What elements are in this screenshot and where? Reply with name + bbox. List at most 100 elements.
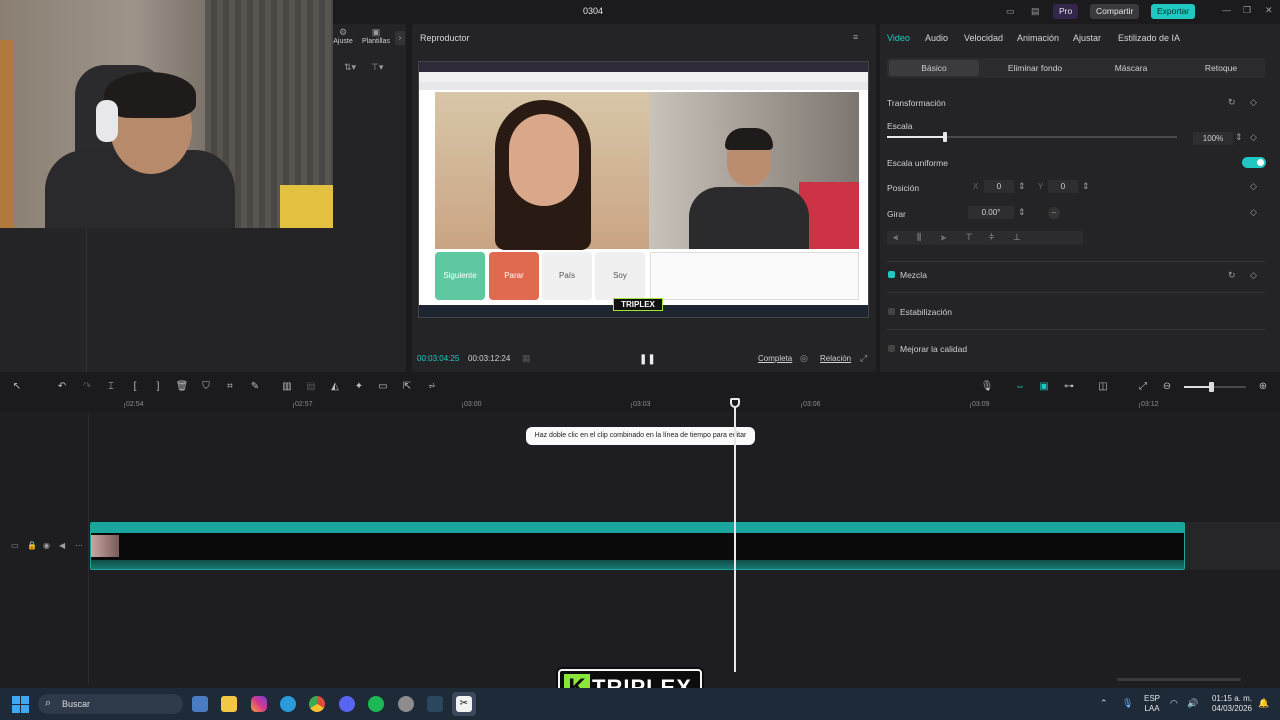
snap-icon[interactable]: ▣ (1037, 380, 1051, 394)
chain-icon[interactable]: ⊶ (1062, 380, 1076, 394)
split-icon[interactable]: ⌶ (104, 380, 118, 394)
playhead-handle[interactable] (730, 398, 740, 408)
align-center-icon[interactable]: ⫼ (917, 232, 921, 243)
link-icon[interactable]: ⇔ (1013, 380, 1027, 394)
zoom-in-icon[interactable]: ⊕ (1256, 380, 1270, 394)
chevron-up-icon[interactable]: ⌃ (1100, 698, 1108, 709)
align-top-icon[interactable]: ⊤ (965, 232, 973, 243)
scale-keyframe-icon[interactable]: ◇ (1250, 132, 1257, 143)
sub-tab-retouch[interactable]: Retoque (1179, 58, 1263, 78)
tab-speed[interactable]: Velocidad (964, 33, 1003, 43)
timeline-scrollbar[interactable] (1117, 678, 1241, 681)
marker-icon[interactable]: ⛉ (199, 380, 213, 394)
clock[interactable]: 01:15 a. m. 04/03/2026 (1206, 694, 1252, 714)
scale-slider-handle[interactable] (943, 132, 947, 142)
playhead[interactable] (730, 398, 740, 672)
panel-collapse-button[interactable]: › (395, 31, 405, 45)
trim-right-icon[interactable]: ] (151, 380, 165, 394)
magic-icon[interactable]: ✦ (352, 380, 366, 394)
tab-adjust[interactable]: ⚙ Ajuste (333, 27, 353, 45)
menu-icon[interactable]: ≡ (853, 32, 858, 42)
pos-x-stepper-icon[interactable]: ⇕ (1018, 181, 1026, 192)
audio-split-icon[interactable]: ⩫ (425, 380, 439, 394)
tab-audio[interactable]: Audio (925, 33, 948, 43)
zoom-out-icon[interactable]: ⊖ (1160, 380, 1174, 394)
enhance-checkbox[interactable] (888, 345, 895, 352)
time-ruler[interactable]: 02:54 02:57 03:00 03:03 03:06 03:09 03:1… (0, 398, 1280, 412)
align-right-icon[interactable]: ⫸ (941, 232, 946, 243)
notification-icon[interactable]: 🔔 (1258, 698, 1269, 709)
export-frame-icon[interactable]: ⇱ (400, 380, 414, 394)
windows-start-icon[interactable] (12, 696, 29, 713)
stabilize-checkbox[interactable] (888, 308, 895, 315)
compound-clip[interactable] (90, 522, 1185, 570)
filter-icon[interactable]: ⊤▾ (371, 62, 383, 73)
blend-reset-icon[interactable]: ↻ (1228, 270, 1236, 281)
blend-keyframe-icon[interactable]: ◇ (1250, 270, 1257, 281)
speaker-icon[interactable]: ◀ (59, 541, 65, 550)
maximize-icon[interactable]: ❐ (1243, 5, 1251, 16)
taskbar-search[interactable]: ⌕ Buscar (38, 694, 183, 714)
select-tool-icon[interactable]: ↖ (10, 380, 24, 394)
redo-icon[interactable]: ↷ (80, 380, 94, 394)
ratio-button[interactable]: Relación (820, 354, 851, 363)
reverse-icon[interactable]: ▤ (304, 380, 318, 394)
enhance-label[interactable]: Mejorar la calidad (900, 344, 967, 354)
tab-animation[interactable]: Animación (1017, 33, 1059, 43)
export-button[interactable]: Exportar (1151, 4, 1196, 19)
layout-icon[interactable]: ▭ (1006, 6, 1015, 17)
rotate-dial-icon[interactable]: – (1048, 207, 1060, 219)
align-bottom-icon[interactable]: ⊥ (1013, 232, 1021, 243)
stabilize-label[interactable]: Estabilización (900, 307, 952, 317)
scale-stepper-icon[interactable]: ⇕ (1235, 132, 1243, 143)
video-preview[interactable]: Siguiente Parar País Soy TRIPLEX (418, 61, 869, 318)
fullscreen-icon[interactable]: ⤢ (860, 353, 867, 364)
scale-value-field[interactable]: 100% (1193, 132, 1233, 145)
track-cover-icon[interactable]: ▭ (11, 541, 19, 550)
sub-tab-mask[interactable]: Máscara (1087, 58, 1175, 78)
timecode-grid-icon[interactable]: ▦ (522, 353, 531, 364)
effects-icon[interactable]: ✎ (248, 380, 262, 394)
close-icon[interactable]: ✕ (1265, 5, 1273, 16)
instagram-icon[interactable] (251, 696, 267, 712)
align-middle-icon[interactable]: ⫩ (989, 232, 994, 243)
blend-checkbox[interactable] (888, 271, 895, 278)
undo-icon[interactable]: ↶ (55, 380, 69, 394)
chrome-icon[interactable] (309, 696, 325, 712)
tab-adjust-right[interactable]: Ajustar (1073, 33, 1101, 43)
language-indicator[interactable]: ESP LAA (1144, 694, 1160, 714)
pos-x-field[interactable]: 0 (984, 180, 1014, 193)
mirror-icon[interactable]: ◭ (328, 380, 342, 394)
transform-heading[interactable]: Transformación (887, 98, 946, 108)
reset-icon[interactable]: ↻ (1228, 97, 1236, 108)
steam-icon[interactable] (427, 696, 443, 712)
scale-slider[interactable] (887, 132, 1177, 142)
snapshot-icon[interactable]: ◎ (800, 353, 808, 364)
pos-y-field[interactable]: 0 (1048, 180, 1078, 193)
spotify-icon[interactable] (368, 696, 384, 712)
folder-icon[interactable] (221, 696, 237, 712)
mic-tray-icon[interactable]: 🎙 (1122, 698, 1133, 709)
tab-templates[interactable]: ▣ Plantillas (360, 27, 392, 45)
share-button[interactable]: Compartir (1090, 4, 1140, 19)
uniform-scale-toggle[interactable] (1242, 157, 1266, 168)
zoom-slider-handle[interactable] (1209, 382, 1214, 392)
tab-video[interactable]: Video (887, 33, 910, 43)
lock-icon[interactable]: 🔒 (27, 541, 37, 550)
freeze-icon[interactable]: ▥ (280, 380, 294, 394)
fit-icon[interactable]: ⤢ (1136, 380, 1150, 394)
more-icon[interactable]: ⋯ (75, 541, 83, 550)
zoom-slider[interactable] (1184, 382, 1246, 392)
sort-icon[interactable]: ⇅▾ (344, 62, 356, 73)
trim-left-icon[interactable]: [ (128, 380, 142, 394)
pause-icon[interactable]: ❚❚ (639, 354, 656, 365)
sub-tab-remove-bg[interactable]: Eliminar fondo (987, 58, 1083, 78)
blend-label[interactable]: Mezcla (900, 270, 927, 280)
delete-icon[interactable]: 🗑 (175, 380, 189, 394)
rotate-stepper-icon[interactable]: ⇕ (1018, 207, 1026, 218)
track-empty-area[interactable] (1185, 522, 1280, 570)
tab-ai-style[interactable]: Estilizado de IA (1118, 33, 1180, 43)
caption-icon[interactable]: ▭ (376, 380, 390, 394)
pos-y-stepper-icon[interactable]: ⇕ (1082, 181, 1090, 192)
pro-button[interactable]: Pro (1053, 4, 1079, 19)
